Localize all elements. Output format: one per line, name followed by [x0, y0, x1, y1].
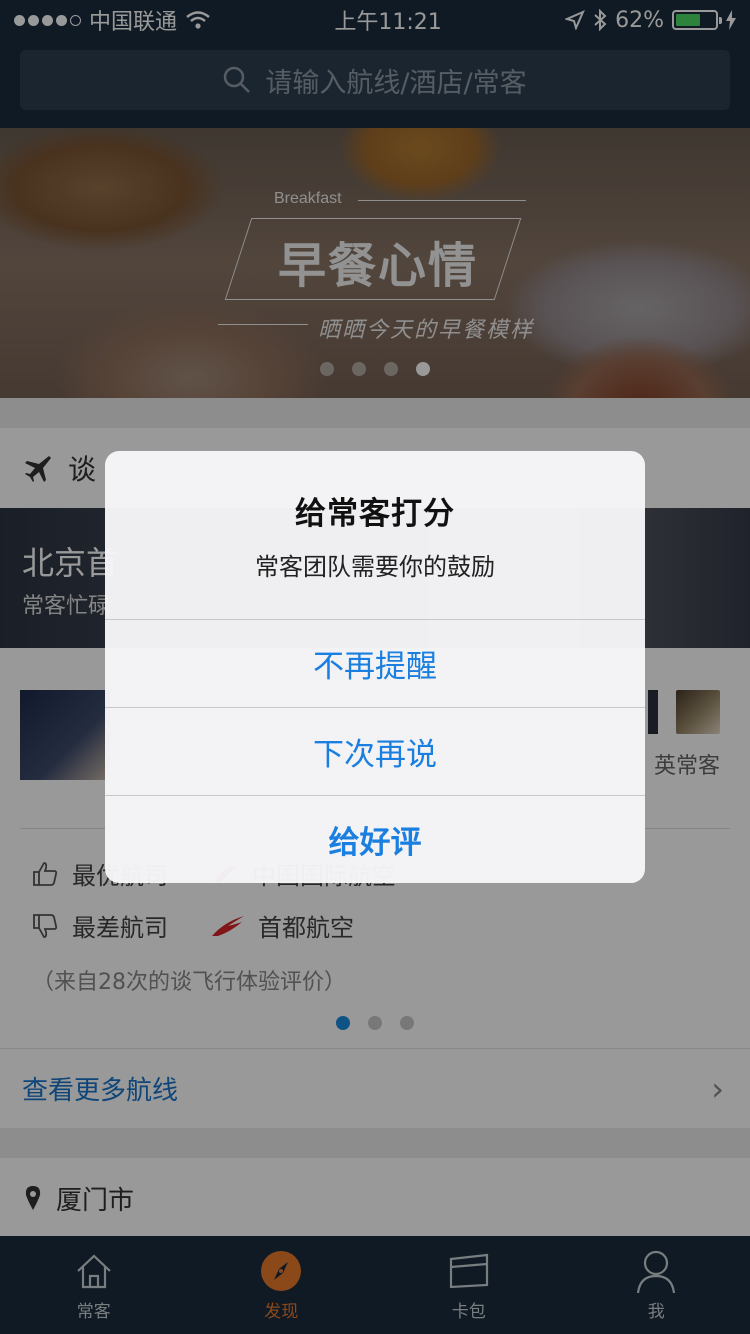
rate-positive-button[interactable]: 给好评	[105, 795, 645, 883]
remind-later-button[interactable]: 下次再说	[105, 707, 645, 795]
alert-message: 常客团队需要你的鼓励	[255, 553, 495, 581]
alert-title: 给常客打分	[295, 496, 455, 532]
dont-remind-button[interactable]: 不再提醒	[105, 619, 645, 707]
rating-alert-dialog: 给常客打分 常客团队需要你的鼓励 不再提醒 下次再说 给好评	[105, 451, 645, 883]
alert-body: 给常客打分 常客团队需要你的鼓励	[105, 451, 645, 619]
